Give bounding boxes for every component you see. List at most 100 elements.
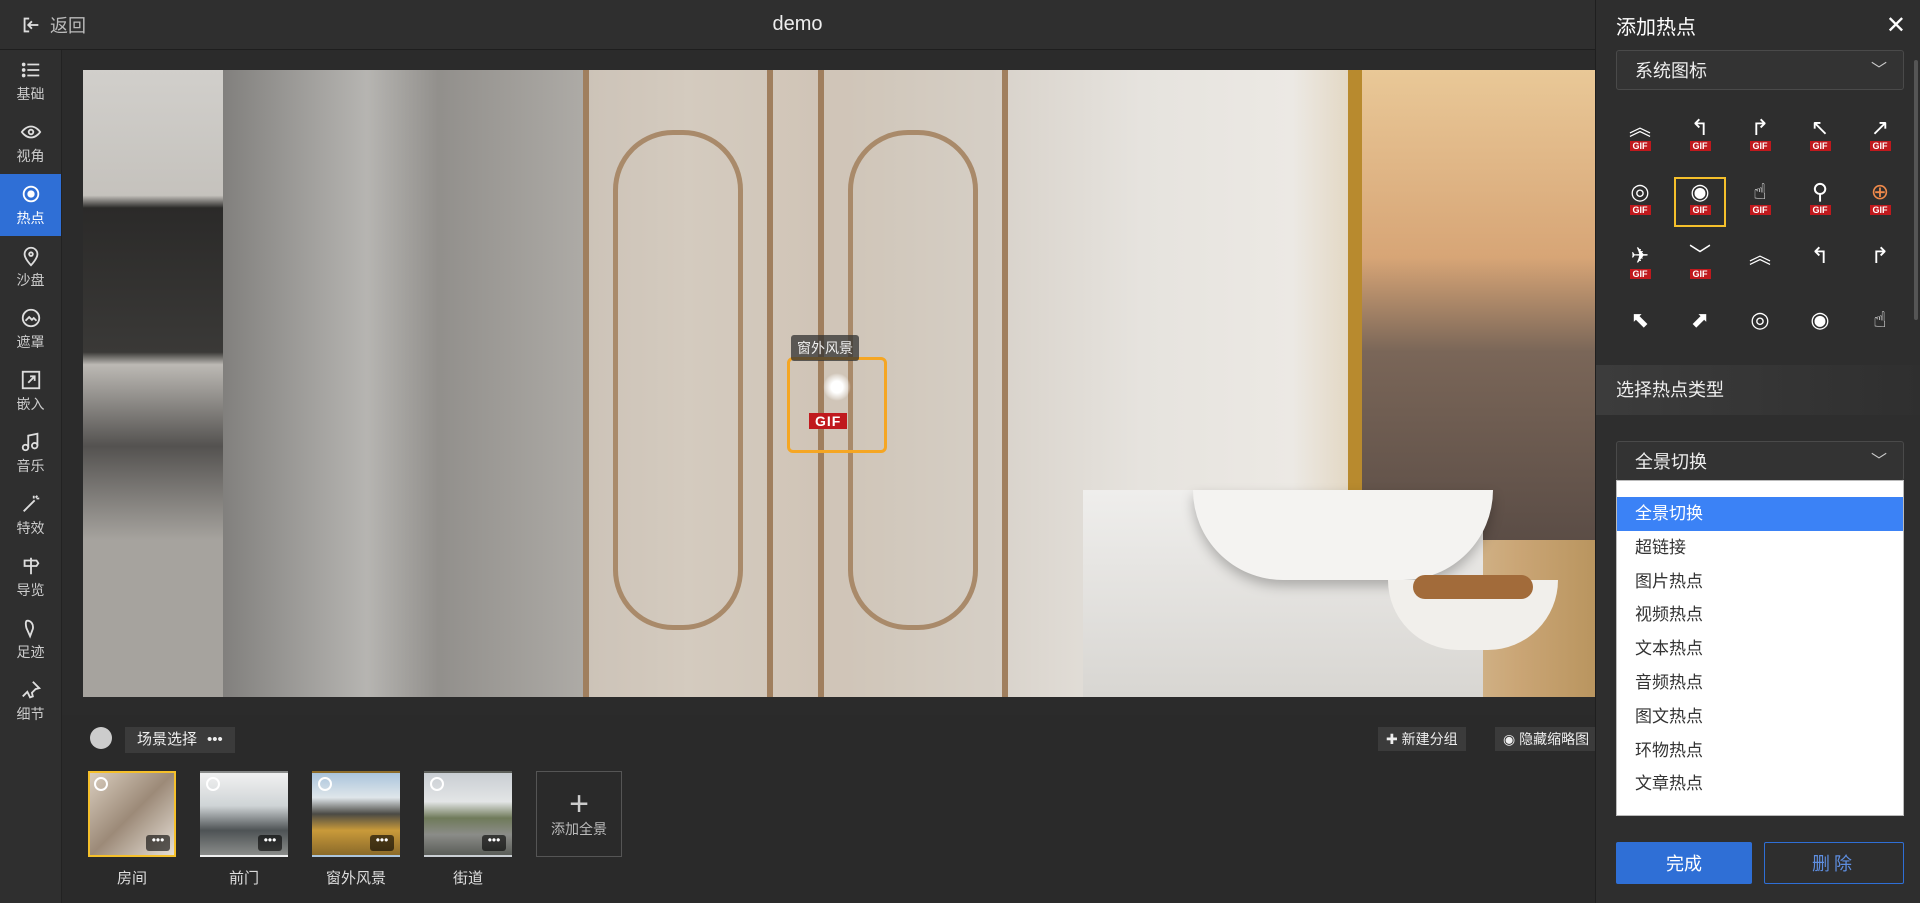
nav-item-music[interactable]: 音乐	[0, 422, 61, 484]
gif-badge: GIF	[1749, 141, 1771, 151]
nav-item-view[interactable]: 视角	[0, 112, 61, 174]
scene-basin	[1193, 490, 1493, 580]
icon-option-chevron-down[interactable]: ﹀ GIF	[1676, 243, 1724, 289]
scene-thumb-room[interactable]: ••• 房间	[88, 771, 176, 888]
left-nav: 基础 视角 热点 沙盘 遮罩 嵌入 音乐 特效 导览 足迹 细节	[0, 50, 62, 903]
scene-thumb-street[interactable]: ••• 街道	[424, 771, 512, 888]
hide-thumbnails-button[interactable]: ◉ 隐藏缩略图	[1495, 727, 1595, 751]
turn-left-icon: ↰	[1810, 243, 1830, 268]
more-icon[interactable]: •••	[258, 834, 282, 851]
icon-option-turn-left-static[interactable]: ↰	[1796, 243, 1844, 289]
scene-door-arch-left	[613, 130, 743, 630]
nav-item-mask[interactable]: 遮罩	[0, 298, 61, 360]
plus-icon: +	[569, 785, 589, 823]
add-panorama-label: 添加全景	[551, 821, 607, 837]
done-button[interactable]: 完成	[1616, 842, 1752, 884]
panorama-viewport[interactable]: 窗外风景 GIF	[83, 70, 1595, 697]
scene-thumb-label: 窗外风景	[325, 870, 386, 887]
nav-label: 遮罩	[16, 333, 45, 350]
option-image-text-hotspot[interactable]: 图文热点	[1617, 700, 1903, 734]
icon-option-arrow-up-left[interactable]: ⬉	[1616, 307, 1664, 353]
hand-pointer-icon: ☝	[1753, 179, 1767, 204]
scene-thumb-window-view[interactable]: ••• 窗外风景	[312, 771, 400, 888]
nav-label: 视角	[16, 147, 45, 164]
more-icon[interactable]: •••	[482, 834, 506, 851]
icon-option-hand[interactable]: ☝ GIF	[1736, 179, 1784, 225]
panel-title: 添加热点	[1616, 16, 1696, 39]
more-icon[interactable]: •••	[146, 834, 170, 851]
close-icon[interactable]: ✕	[1886, 11, 1906, 40]
scene-thumb-image: •••	[200, 771, 288, 857]
embed-icon	[21, 370, 40, 389]
nav-item-detail[interactable]: 细节	[0, 670, 61, 732]
icon-option-chevron-up-static[interactable]: ︽	[1736, 243, 1784, 289]
option-article-hotspot[interactable]: 文章热点	[1617, 767, 1903, 801]
icon-option-turn-left[interactable]: ↰ GIF	[1676, 115, 1724, 161]
icon-option-helicopter[interactable]: ✈ GIF	[1616, 243, 1664, 289]
option-video-hotspot[interactable]: 视频热点	[1617, 598, 1903, 632]
nav-item-footprint[interactable]: 足迹	[0, 608, 61, 670]
scene-thumb-frontdoor[interactable]: ••• 前门	[200, 771, 288, 888]
scene-thumbnail-list: ••• 房间 ••• 前门 ••• 窗外风景 ••• 街道 + 添加全景	[88, 771, 622, 888]
nav-item-tour[interactable]: 导览	[0, 546, 61, 608]
icon-option-target-static[interactable]: ◎	[1736, 307, 1784, 353]
more-icon[interactable]: •••	[207, 727, 223, 753]
icon-option-glow-dot-static[interactable]: ◉	[1796, 307, 1844, 353]
hotspot-type-value: 全景切换	[1635, 452, 1707, 472]
option-pano-switch[interactable]: 全景切换	[1617, 497, 1903, 531]
nav-item-embed[interactable]: 嵌入	[0, 360, 61, 422]
option-text-hotspot[interactable]: 文本热点	[1617, 632, 1903, 666]
gif-badge: GIF	[1629, 205, 1651, 215]
icon-option-back-right[interactable]: ↗ GIF	[1856, 115, 1904, 161]
project-title: demo	[772, 13, 823, 35]
nav-label: 细节	[16, 705, 45, 722]
arrow-up-right-icon: ⬈	[1690, 307, 1710, 332]
icon-option-magnifier[interactable]: ⚲ GIF	[1796, 179, 1844, 225]
nav-item-hotspot[interactable]: 热点	[0, 174, 61, 236]
icon-option-back-left[interactable]: ↖ GIF	[1796, 115, 1844, 161]
panel-scrollbar[interactable]	[1914, 60, 1918, 320]
option-audio-hotspot[interactable]: 音频热点	[1617, 666, 1903, 700]
add-panorama-button[interactable]: + 添加全景	[536, 771, 622, 857]
music-icon	[21, 432, 38, 451]
icon-option-plus-circle[interactable]: ⊕ GIF	[1856, 179, 1904, 225]
nav-item-sandtable[interactable]: 沙盘	[0, 236, 61, 298]
icon-option-hand-static[interactable]: ☝	[1856, 307, 1904, 353]
turn-right-icon: ↱	[1750, 115, 1770, 140]
arrow-up-left-icon: ⬉	[1630, 307, 1650, 332]
icon-option-turn-right-static[interactable]: ↱	[1856, 243, 1904, 289]
new-group-label: 新建分组	[1401, 731, 1458, 747]
icon-option-arrow-up-right[interactable]: ⬈	[1676, 307, 1724, 353]
scene-thumb-image: •••	[424, 771, 512, 857]
more-icon[interactable]: •••	[370, 834, 394, 851]
pin-icon	[23, 246, 38, 266]
top-bar: 返回 demo	[0, 0, 1595, 50]
icon-option-double-chevron-up[interactable]: ︽ GIF	[1616, 115, 1664, 161]
glow-dot-icon: ◉	[1810, 307, 1830, 332]
new-group-button[interactable]: ✚ 新建分组	[1378, 727, 1466, 751]
magnifier-icon: ⚲	[1811, 179, 1829, 204]
hotspot-type-section: 选择热点类型	[1596, 365, 1920, 415]
scene-toggle-icon[interactable]	[90, 727, 112, 749]
scene-bread	[1413, 575, 1533, 599]
view-icon	[94, 777, 108, 791]
option-image-hotspot[interactable]: 图片热点	[1617, 565, 1903, 599]
gif-badge: GIF	[1629, 141, 1651, 151]
option-hyperlink[interactable]: 超链接	[1617, 531, 1903, 565]
icon-option-glow-dot[interactable]: ◉ GIF	[1674, 177, 1726, 227]
chevron-down-icon: ﹀	[1870, 453, 1887, 470]
hotspot-type-select[interactable]: 全景切换 ﹀	[1616, 441, 1904, 481]
option-object-hotspot[interactable]: 环物热点	[1617, 734, 1903, 768]
nav-item-effects[interactable]: 特效	[0, 484, 61, 546]
signpost-icon	[23, 557, 39, 574]
delete-button[interactable]: 删除	[1764, 842, 1904, 884]
turn-left-icon: ↰	[1690, 115, 1710, 140]
nav-label: 足迹	[16, 643, 45, 660]
icon-option-turn-right[interactable]: ↱ GIF	[1736, 115, 1784, 161]
icon-source-select[interactable]: 系统图标 ﹀	[1616, 50, 1904, 90]
scene-select-tab[interactable]: 场景选择 •••	[125, 727, 235, 753]
scene-tab-label: 场景选择	[137, 731, 198, 748]
hotspot-icon-grid: ︽ GIF ↰ GIF ↱ GIF ↖ GIF ↗ GIF ◎ GIF ◉ GIF ☝ GIF …	[1616, 115, 1906, 353]
nav-item-basic[interactable]: 基础	[0, 50, 61, 112]
icon-option-target[interactable]: ◎ GIF	[1616, 179, 1664, 225]
